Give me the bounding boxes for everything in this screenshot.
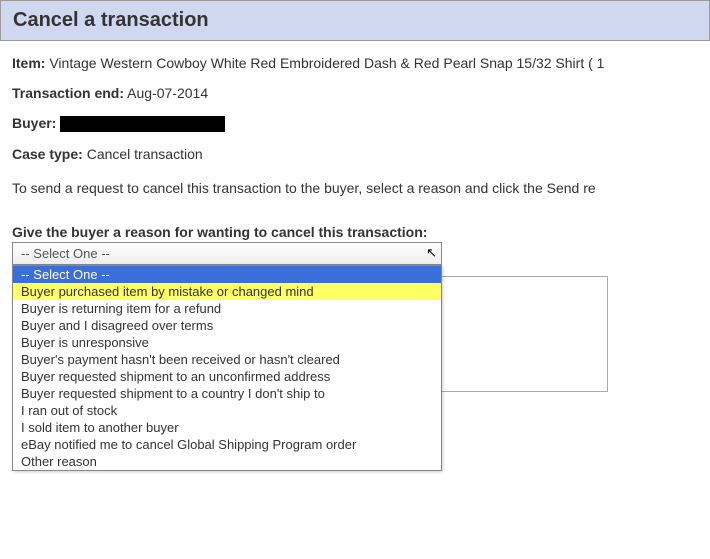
reason-option-ebay-notified[interactable]: eBay notified me to cancel Global Shippi…	[13, 436, 441, 453]
case-type-row: Case type: Cancel transaction	[12, 146, 698, 162]
reason-dropdown: -- Select One -- Buyer purchased item by…	[12, 265, 442, 471]
case-type-value: Cancel transaction	[87, 146, 203, 162]
transaction-end-value: Aug-07-2014	[127, 85, 208, 101]
reason-select[interactable]: -- Select One -- ↖	[12, 242, 442, 265]
reason-option-sold-another[interactable]: I sold item to another buyer	[13, 419, 441, 436]
page-title: Cancel a transaction	[13, 9, 209, 31]
transaction-end-label: Transaction end:	[12, 85, 124, 101]
reason-label: Give the buyer a reason for wanting to c…	[12, 224, 698, 240]
reason-option-returning[interactable]: Buyer is returning item for a refund	[13, 300, 441, 317]
buyer-row: Buyer:	[12, 115, 698, 132]
reason-option-disagreed[interactable]: Buyer and I disagreed over terms	[13, 317, 441, 334]
reason-option-out-of-stock[interactable]: I ran out of stock	[13, 402, 441, 419]
reason-option-other[interactable]: Other reason	[13, 453, 441, 470]
reason-option-mistake[interactable]: Buyer purchased item by mistake or chang…	[13, 283, 441, 300]
item-row: Item: Vintage Western Cowboy White Red E…	[12, 55, 698, 71]
reason-option-unconfirmed-address[interactable]: Buyer requested shipment to an unconfirm…	[13, 368, 441, 385]
buyer-label: Buyer:	[12, 115, 56, 131]
cursor-icon: ↖	[426, 245, 437, 261]
reason-option-placeholder[interactable]: -- Select One --	[13, 266, 441, 283]
case-type-label: Case type:	[12, 146, 83, 162]
reason-option-country[interactable]: Buyer requested shipment to a country I …	[13, 385, 441, 402]
instruction-text: To send a request to cancel this transac…	[12, 180, 698, 196]
item-value: Vintage Western Cowboy White Red Embroid…	[49, 55, 604, 71]
reason-select-value: -- Select One --	[21, 246, 110, 261]
buyer-redacted	[60, 116, 225, 132]
item-label: Item:	[12, 55, 45, 71]
reason-option-unresponsive[interactable]: Buyer is unresponsive	[13, 334, 441, 351]
reason-option-payment[interactable]: Buyer's payment hasn't been received or …	[13, 351, 441, 368]
transaction-end-row: Transaction end: Aug-07-2014	[12, 85, 698, 101]
page-header: Cancel a transaction	[0, 0, 710, 41]
